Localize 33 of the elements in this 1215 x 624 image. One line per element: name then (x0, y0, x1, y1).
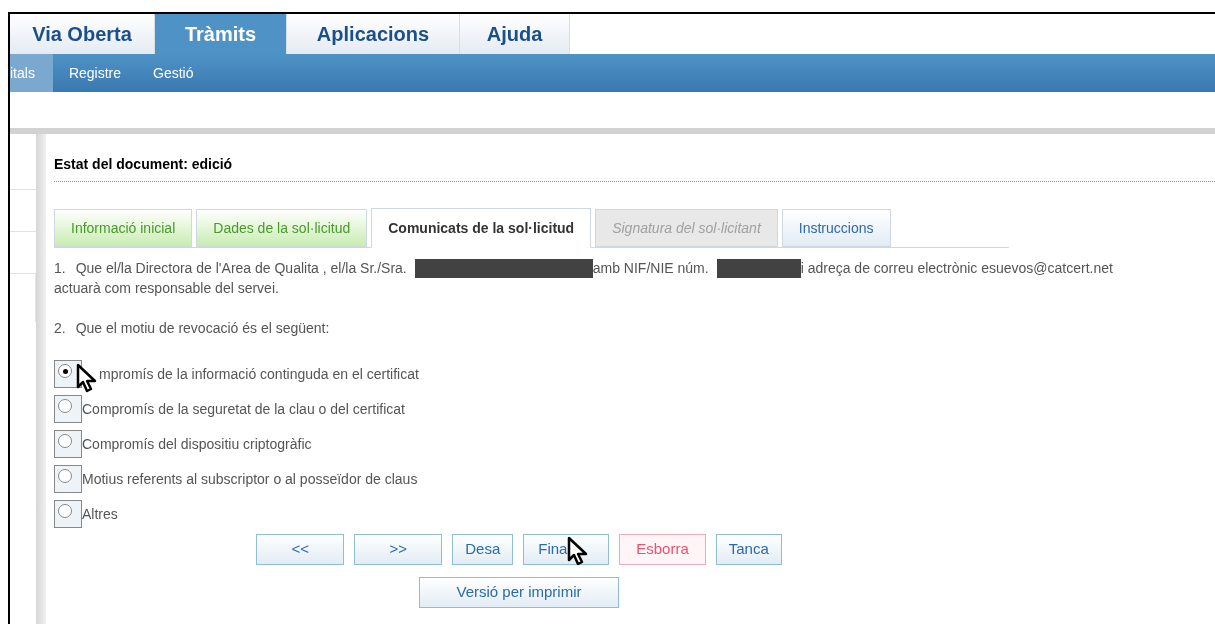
statement-number: 2. (54, 319, 66, 338)
nav-tab[interactable]: Aplicacions (287, 14, 460, 54)
document-status: Estat del document: edició (54, 154, 1215, 182)
print-button[interactable]: Versió per imprimir (419, 577, 619, 608)
statement-text: i adreça de correu electrònic esuevos@catcert.net (800, 259, 1113, 278)
form-tab[interactable]: Comunicats de la sol·licitud (371, 208, 592, 248)
action-button[interactable]: Tanca (715, 534, 782, 565)
statement-text: Que el motiu de revocació és el següent: (75, 319, 330, 338)
statement-number: 1. (54, 259, 66, 278)
option-label: Compromís del dispositiu criptogràfic (82, 434, 312, 454)
statement-text: Que el/la Directora de l'Area de Qualita , el/la Sr./Sra. (75, 259, 407, 278)
statement-text: actuarà com responsable del servei. (54, 279, 280, 298)
form-tab[interactable]: Informació inicial (54, 209, 193, 247)
form-tab[interactable]: Dades de la sol·licitud (196, 209, 368, 247)
action-button[interactable]: << (256, 534, 345, 565)
radio-button[interactable] (54, 430, 82, 458)
form-tab[interactable]: Instruccions (781, 209, 891, 247)
option-label: Motius referents al subscriptor o al posseïdor de claus (82, 469, 418, 489)
nav-tab[interactable]: Tràmits (155, 14, 287, 54)
action-button[interactable]: Esborra (619, 534, 706, 565)
nav-tab[interactable]: Via Oberta (10, 14, 155, 54)
subnav-item[interactable]: Gestió (137, 54, 210, 92)
option-label: Altres (82, 504, 118, 524)
radio-button[interactable] (54, 395, 82, 423)
action-button[interactable]: Desa (452, 534, 514, 565)
statement-text: amb NIF/NIE núm. (592, 259, 709, 278)
radio-button[interactable] (54, 465, 82, 493)
option-label: mpromís de la informació continguda en el certificat (99, 364, 419, 384)
action-button[interactable]: >> (354, 534, 443, 565)
radio-button[interactable] (54, 500, 82, 528)
subnav-item[interactable]: Registre (52, 54, 138, 92)
option-label: Compromís de la seguretat de la clau o del certificat (82, 399, 405, 419)
nav-tab[interactable]: Ajuda (460, 14, 570, 54)
